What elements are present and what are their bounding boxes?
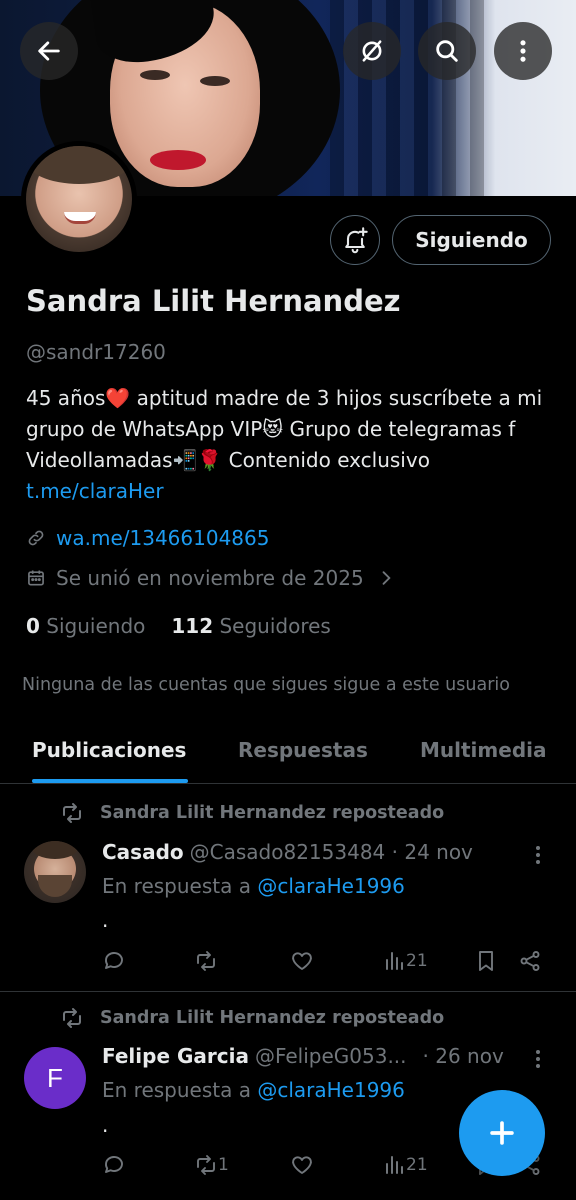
- views-count: 21: [406, 951, 428, 971]
- following-count: 0: [26, 614, 40, 638]
- followers-label: Seguidores: [219, 614, 331, 638]
- avatar-photo: [26, 146, 132, 252]
- followers-count: 112: [171, 614, 214, 638]
- views-chart-icon: [386, 952, 403, 970]
- repost-count: 1: [218, 1155, 229, 1175]
- reply-mention[interactable]: @claraHe1996: [257, 874, 405, 898]
- grok-icon: [362, 40, 382, 62]
- banner-eye: [200, 76, 230, 86]
- author-handle[interactable]: @Casado82153484 · 24 nov: [190, 840, 473, 864]
- tab-publicaciones[interactable]: Publicaciones: [32, 738, 186, 762]
- more-vertical-icon: [536, 1050, 540, 1068]
- reply-context: En respuesta a @claraHe1996: [102, 874, 405, 898]
- search-icon: [436, 40, 458, 62]
- profile-name: Sandra Lilit Hernandez: [26, 284, 401, 318]
- post-header: Casado @Casado82153484 · 24 nov: [102, 840, 473, 864]
- post-item[interactable]: Sandra Lilit Hernandez reposteado Casado…: [0, 785, 576, 992]
- back-arrow-icon: [38, 41, 60, 61]
- repost-icon: [197, 951, 215, 971]
- bookmark-button[interactable]: [474, 949, 498, 973]
- avatar-beard: [38, 875, 72, 897]
- views-chart-icon: [386, 1156, 403, 1174]
- joined-text: Se unió en noviembre de 2025: [56, 566, 364, 590]
- more-vertical-icon: [536, 846, 540, 864]
- repost-text: Sandra Lilit Hernandez reposteado: [100, 1008, 445, 1028]
- following-label: Siguiendo: [46, 614, 146, 638]
- bookmark-icon: [479, 951, 493, 971]
- post-date[interactable]: · 26 nov: [423, 1044, 504, 1068]
- grok-button[interactable]: [343, 22, 401, 80]
- repost-icon: [63, 1008, 81, 1028]
- banner-eye: [140, 70, 170, 80]
- views-button[interactable]: 21: [382, 1153, 428, 1177]
- profile-website[interactable]: wa.me/13466104865: [26, 526, 269, 550]
- views-count: 21: [406, 1155, 428, 1175]
- post-more-button[interactable]: [528, 1047, 548, 1071]
- repost-indicator: Sandra Lilit Hernandez reposteado: [60, 801, 444, 825]
- like-button[interactable]: [290, 949, 314, 973]
- bell-plus-icon: [345, 227, 368, 254]
- back-button[interactable]: [20, 22, 78, 80]
- follow-counts: 0 Siguiendo 112 Seguidores: [26, 614, 331, 638]
- banner-lips: [150, 150, 206, 170]
- repost-button[interactable]: [194, 949, 218, 973]
- website-link[interactable]: wa.me/13466104865: [56, 526, 269, 550]
- reply-button[interactable]: [102, 1153, 126, 1177]
- reply-context: En respuesta a @claraHe1996: [102, 1078, 405, 1102]
- search-button[interactable]: [418, 22, 476, 80]
- calendar-icon: [28, 570, 44, 586]
- profile-avatar[interactable]: [21, 141, 137, 257]
- repost-indicator: Sandra Lilit Hernandez reposteado: [60, 1006, 444, 1030]
- avatar[interactable]: F: [24, 1047, 86, 1109]
- notifications-button[interactable]: [330, 215, 380, 265]
- post-actions: 21: [102, 949, 552, 977]
- repost-text: Sandra Lilit Hernandez reposteado: [100, 803, 445, 823]
- reply-icon: [105, 952, 123, 969]
- tab-respuestas[interactable]: Respuestas: [238, 738, 368, 762]
- plus-icon: [490, 1121, 514, 1145]
- author-name[interactable]: Felipe Garcia: [102, 1044, 249, 1068]
- reply-prefix: En respuesta a: [102, 1078, 258, 1102]
- reply-mention[interactable]: @claraHe1996: [257, 1078, 405, 1102]
- reply-prefix: En respuesta a: [102, 874, 258, 898]
- more-options-button[interactable]: [494, 22, 552, 80]
- post-body: .: [102, 1113, 109, 1137]
- active-tab-indicator: [32, 779, 188, 783]
- avatar[interactable]: [24, 841, 86, 903]
- profile-bio: 45 años❤️ aptitud madre de 3 hijos suscr…: [26, 383, 546, 507]
- followers-count-link[interactable]: 112 Seguidores: [171, 614, 330, 638]
- following-button[interactable]: Siguiendo: [392, 215, 551, 265]
- author-handle[interactable]: @FelipeG053...: [255, 1044, 407, 1068]
- avatar-hair: [26, 146, 132, 184]
- post-more-button[interactable]: [528, 843, 548, 867]
- avatar-smile: [64, 212, 96, 224]
- repost-icon: [63, 803, 81, 823]
- post-body: .: [102, 908, 109, 932]
- profile-tabs: Publicaciones Respuestas Multimedia: [0, 720, 576, 784]
- heart-icon: [292, 952, 312, 970]
- chevron-right-icon: [382, 571, 391, 585]
- reply-button[interactable]: [102, 949, 126, 973]
- post-header: Felipe Garcia @FelipeG053... · 26 nov: [102, 1044, 504, 1068]
- bio-link[interactable]: t.me/claraHer: [26, 479, 164, 503]
- tab-multimedia[interactable]: Multimedia: [420, 738, 546, 762]
- heart-icon: [292, 1156, 312, 1174]
- author-name[interactable]: Casado: [102, 840, 184, 864]
- reply-icon: [105, 1156, 123, 1173]
- profile-handle: @sandr17260: [26, 340, 166, 364]
- share-icon: [520, 951, 540, 971]
- avatar-hair: [32, 841, 78, 859]
- following-count-link[interactable]: 0 Siguiendo: [26, 614, 145, 638]
- profile-joined[interactable]: Se unió en noviembre de 2025: [26, 566, 396, 590]
- mutual-notice: Ninguna de las cuentas que sigues sigue …: [22, 675, 510, 695]
- repost-button[interactable]: 1: [194, 1153, 229, 1177]
- compose-post-button[interactable]: [459, 1090, 545, 1176]
- link-icon: [28, 530, 44, 546]
- share-button[interactable]: [518, 949, 542, 973]
- bio-text: 45 años❤️ aptitud madre de 3 hijos suscr…: [26, 386, 543, 472]
- like-button[interactable]: [290, 1153, 314, 1177]
- more-vertical-icon: [520, 40, 526, 62]
- repost-icon: [197, 1155, 215, 1175]
- views-button[interactable]: 21: [382, 949, 428, 973]
